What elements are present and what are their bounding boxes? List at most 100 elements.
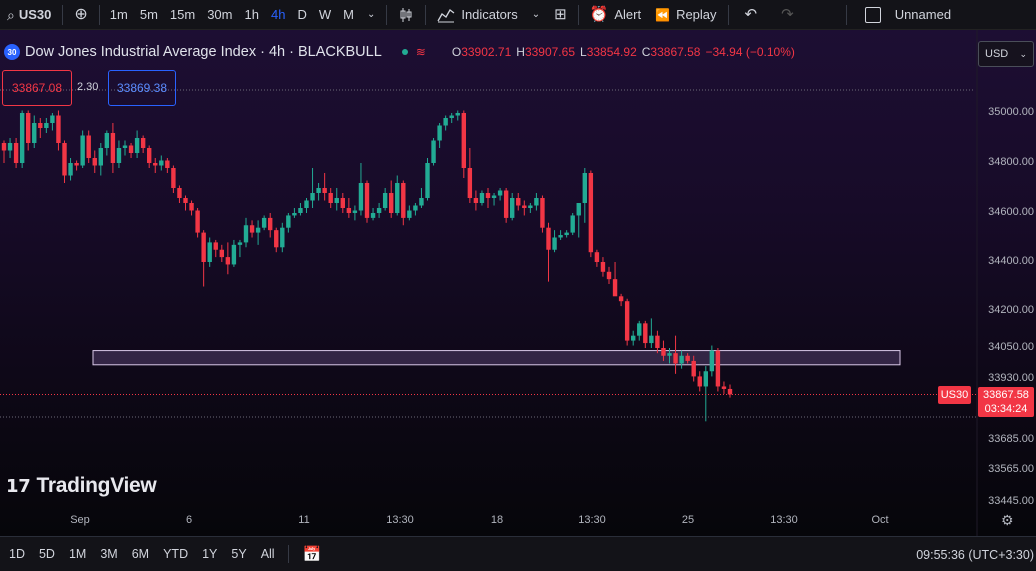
range-6m[interactable]: 6M xyxy=(125,547,156,561)
timeframe-1m[interactable]: 1m xyxy=(104,7,134,22)
candle-body xyxy=(570,215,575,233)
candle-body xyxy=(461,113,466,168)
candle-body xyxy=(594,252,600,262)
alert-button[interactable]: ⏰ Alert xyxy=(583,0,648,30)
candle-body xyxy=(443,118,448,126)
candle-body xyxy=(122,145,128,148)
settings-gear-icon[interactable]: ⚙ xyxy=(1001,512,1014,529)
candle-body xyxy=(44,123,49,128)
time-tick-label: 25 xyxy=(681,514,695,526)
candle-body xyxy=(98,148,103,166)
price-tick-label: 34800.00 xyxy=(988,156,1034,168)
chart-pane[interactable]: 30 Dow Jones Industrial Average Index · … xyxy=(0,30,1036,536)
goto-date-button[interactable]: 📅 xyxy=(295,545,330,563)
candle-body xyxy=(685,355,690,361)
divider xyxy=(287,545,289,563)
timeframe-1h[interactable]: 1h xyxy=(239,7,265,22)
range-1m[interactable]: 1M xyxy=(62,547,93,561)
divider xyxy=(425,4,427,25)
candle-body xyxy=(655,335,660,348)
sell-button[interactable]: 33867.08 xyxy=(2,70,72,106)
spread-value: 2.30 xyxy=(77,81,99,93)
candle-body xyxy=(165,160,170,168)
candle-body xyxy=(419,198,424,206)
range-5y[interactable]: 5Y xyxy=(224,547,253,561)
candle-body xyxy=(661,348,666,356)
chart-legend: 30 Dow Jones Industrial Average Index · … xyxy=(4,44,795,60)
range-3m[interactable]: 3M xyxy=(93,547,124,561)
timeframe-W[interactable]: W xyxy=(313,7,337,22)
candle-body xyxy=(564,232,569,236)
candle-body xyxy=(473,198,479,203)
ohlc-item: L33854.92 xyxy=(580,45,637,59)
candle-body xyxy=(274,230,279,248)
undo-button[interactable]: ↶ xyxy=(733,0,770,30)
candle-body xyxy=(171,168,176,188)
ohlc-value: −34.94 (−0.10%) xyxy=(705,45,795,59)
range-ytd[interactable]: YTD xyxy=(156,547,195,561)
ohlc-value: 33854.92 xyxy=(586,45,637,59)
candle-body xyxy=(19,113,25,163)
legend-title: Dow Jones Industrial Average Index · 4h … xyxy=(25,44,382,60)
candle-body xyxy=(110,133,116,163)
candle-body xyxy=(249,225,255,233)
range-5d[interactable]: 5D xyxy=(32,547,62,561)
candle-body xyxy=(237,242,243,245)
timeframe-4h[interactable]: 4h xyxy=(265,7,291,22)
ohlc-key: L xyxy=(580,45,587,59)
candle-body xyxy=(576,203,581,216)
timeframe-5m[interactable]: 5m xyxy=(134,7,164,22)
ohlc-value: 33907.65 xyxy=(524,45,575,59)
timeframe-D[interactable]: D xyxy=(291,7,312,22)
redo-button[interactable]: ↷ xyxy=(769,0,806,30)
candle-body xyxy=(485,193,491,198)
candle-body xyxy=(425,163,430,198)
candle-body xyxy=(546,227,551,250)
date-range-list: 1D 5D 1M 3M 6M YTD 1Y 5Y All xyxy=(0,547,282,561)
buy-price: 33869.38 xyxy=(116,81,168,95)
last-price: 33867.58 xyxy=(983,389,1029,401)
candle-body xyxy=(352,210,358,213)
candle-body xyxy=(207,242,212,262)
candle-body xyxy=(528,205,533,208)
candle-body xyxy=(395,183,400,213)
wave-icon: ≋ xyxy=(415,45,426,59)
buy-button[interactable]: 33869.38 xyxy=(108,70,176,106)
timeframe-M[interactable]: M xyxy=(337,7,360,22)
candle-body xyxy=(292,213,297,216)
candle-body xyxy=(32,123,37,143)
timeframe-30m[interactable]: 30m xyxy=(201,7,238,22)
candle-body xyxy=(177,188,182,198)
timeframe-15m[interactable]: 15m xyxy=(164,7,201,22)
range-1y[interactable]: 1Y xyxy=(195,547,224,561)
layout-name-button[interactable]: Unnamed xyxy=(851,0,958,30)
candle-body xyxy=(491,195,497,198)
candle-body xyxy=(376,208,382,213)
candle-body xyxy=(691,360,696,377)
calendar-icon: 📅 xyxy=(302,546,322,563)
range-all[interactable]: All xyxy=(254,547,282,561)
replay-button[interactable]: ⏪ Replay xyxy=(648,0,723,30)
candle-body xyxy=(606,271,612,280)
candle-body xyxy=(721,386,727,389)
candle-body xyxy=(62,143,67,176)
indicators-dropdown[interactable]: ⌄ xyxy=(525,0,547,30)
candle-body xyxy=(558,235,563,238)
compare-button[interactable]: ⊕ xyxy=(67,0,94,30)
tradingview-logo: 𝟭𝟳 TradingView xyxy=(6,474,157,498)
last-price-tag: 33867.58 03:34:24 xyxy=(978,387,1034,417)
candle-body xyxy=(479,193,485,203)
indicators-button[interactable]: Indicators xyxy=(430,0,524,30)
clock-timezone[interactable]: 09:55:36 (UTC+3:30) xyxy=(916,548,1034,562)
chart-type-button[interactable] xyxy=(391,0,421,30)
candle-body xyxy=(624,301,630,341)
timeframe-dropdown[interactable]: ⌄ xyxy=(360,0,382,30)
candle-body xyxy=(697,376,702,387)
layout-button[interactable]: ⊞ xyxy=(547,0,574,30)
candle-body xyxy=(382,193,388,208)
currency-select[interactable]: USD ⌄ xyxy=(978,41,1034,67)
range-1d[interactable]: 1D xyxy=(2,547,32,561)
symbol-search[interactable]: ⌕ US30 xyxy=(0,0,58,30)
candle-body xyxy=(280,227,285,248)
candle-body xyxy=(703,371,708,387)
